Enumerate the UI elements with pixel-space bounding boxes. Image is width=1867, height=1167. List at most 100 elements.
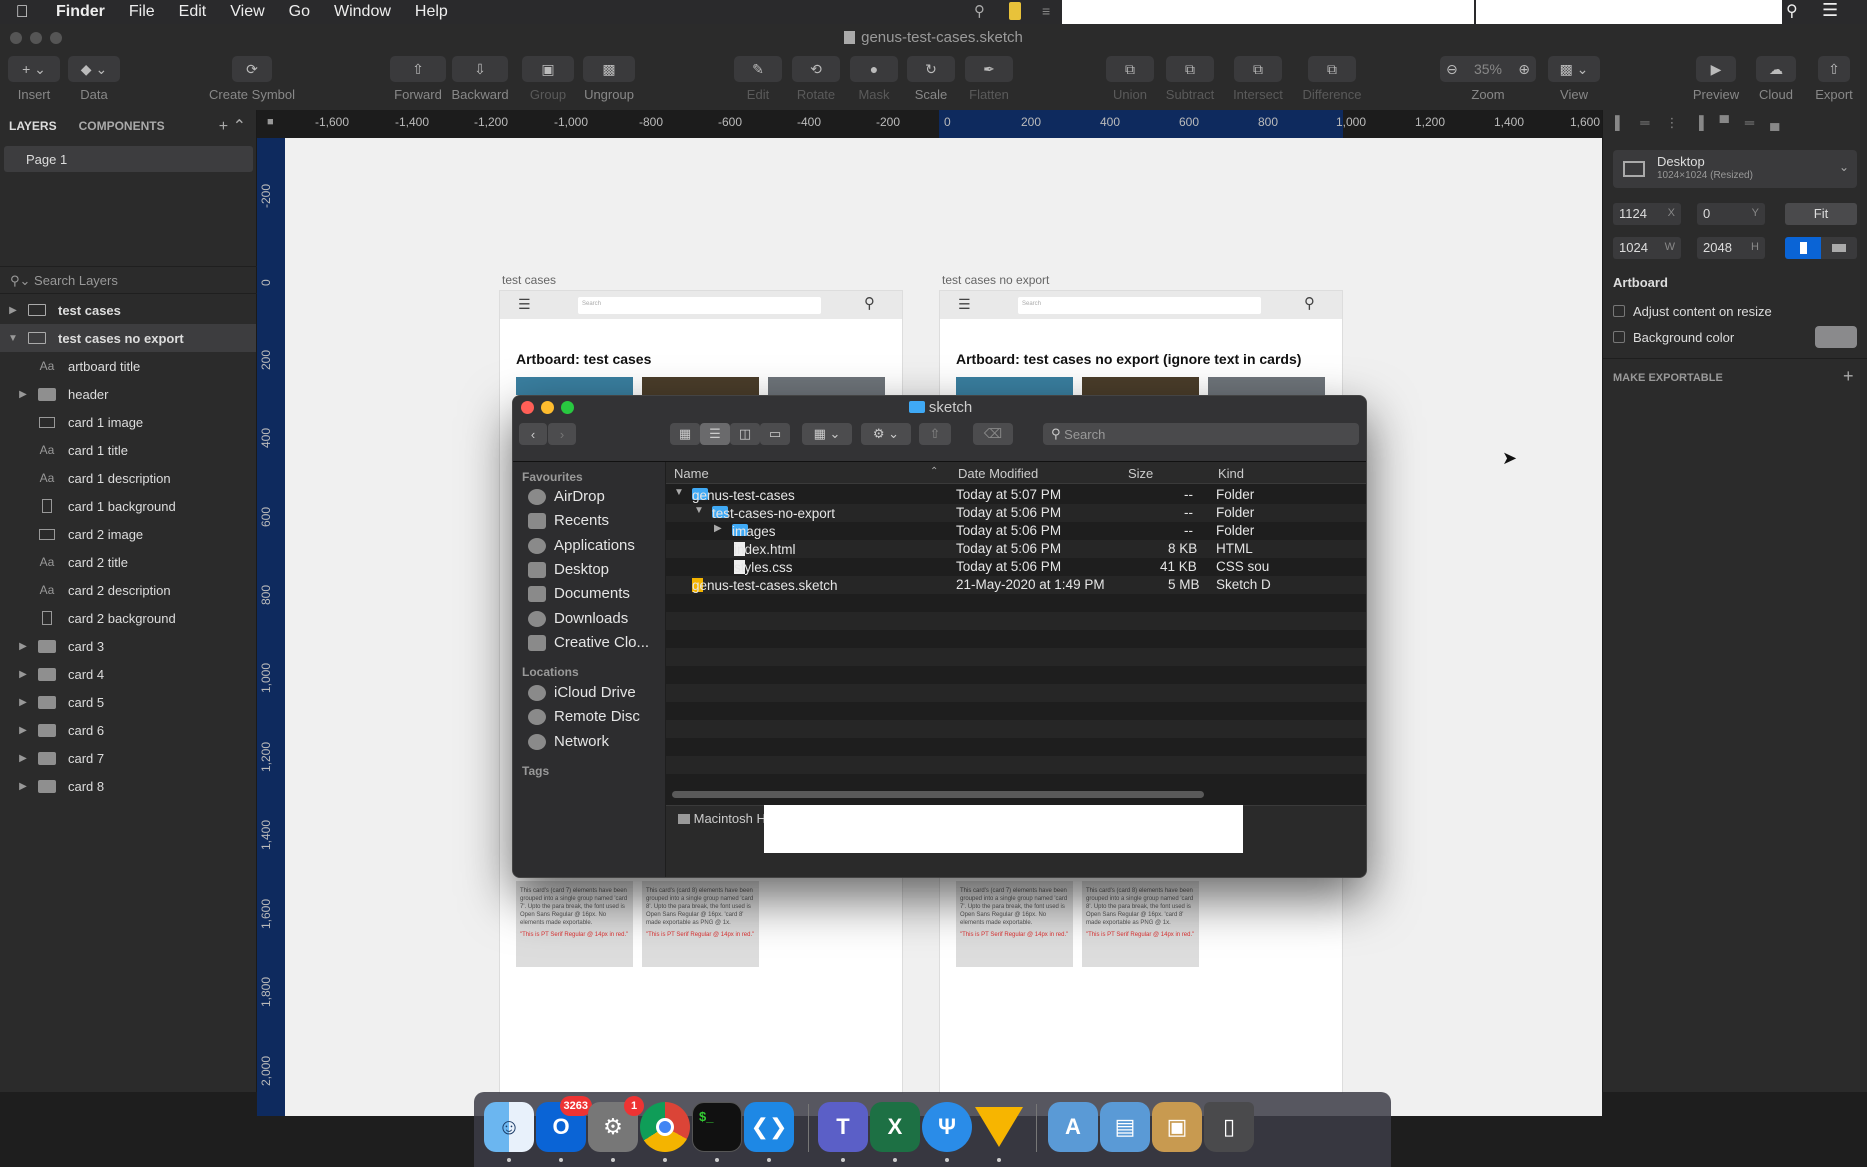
group-icon[interactable]: ▣ (522, 56, 574, 82)
search-layers-field[interactable]: ⚲⌄ Search Layers (0, 266, 257, 294)
layer-text[interactable]: Aa artboard title (0, 352, 256, 380)
artboard-name[interactable]: test cases (502, 273, 556, 287)
layer-rectangle[interactable]: card 1 background (0, 492, 256, 520)
sidebar-item-remote-disc[interactable]: Remote Disc (528, 708, 640, 725)
layer-text[interactable]: Aa card 2 title (0, 548, 256, 576)
sketch-app-icon[interactable] (974, 1102, 1024, 1152)
distribute-icon[interactable]: ⋮ (1665, 115, 1678, 133)
layer-group[interactable]: ▶ card 8 (0, 772, 256, 800)
union-tool[interactable]: ⧉ Union (1106, 56, 1154, 102)
group-tool[interactable]: ▣ Group (522, 56, 574, 102)
x-field[interactable]: 1124 X (1613, 203, 1681, 225)
close-button[interactable] (10, 32, 22, 44)
h-field[interactable]: 2048 H (1697, 237, 1765, 259)
difference-tool[interactable]: ⧉ Difference (1292, 56, 1372, 102)
align-top-icon[interactable]: ▀ (1720, 115, 1729, 133)
backward-tool[interactable]: ⇩ Backward (451, 56, 509, 102)
group-by-button[interactable]: ▦ ⌄ (802, 423, 852, 445)
align-bottom-icon[interactable]: ▄ (1770, 115, 1779, 133)
disclosure-icon[interactable]: ▶ (10, 753, 36, 764)
intersect-icon[interactable]: ⧉ (1234, 56, 1282, 82)
layer-artboard[interactable]: ▶ test cases (0, 296, 256, 324)
file-row[interactable]: ▶ images Today at 5:06 PM -- Folder (666, 522, 1366, 540)
rotate-icon[interactable]: ⟲ (792, 56, 840, 82)
flatten-tool[interactable]: ✒ Flatten (964, 56, 1014, 102)
path-item[interactable]: Macintosh HD (678, 811, 775, 826)
view-icon[interactable]: ▩ ⌄ (1548, 56, 1600, 82)
edit-icon[interactable]: ✎ (734, 56, 782, 82)
preview-tool[interactable]: ▶ Preview (1692, 56, 1740, 102)
rotate-tool[interactable]: ⟲ Rotate (790, 56, 842, 102)
ruler-horizontal[interactable]: ■ -1,600 -1,400 -1,200 -1,000 -800 -600 … (257, 110, 1602, 138)
mask-icon[interactable]: ● (850, 56, 898, 82)
vscode-app-icon[interactable]: ❮❯ (744, 1102, 794, 1152)
applications-folder-icon[interactable]: A (1048, 1102, 1098, 1152)
layer-group[interactable]: ▶ header (0, 380, 256, 408)
scale-tool[interactable]: ↻ Scale (907, 56, 955, 102)
teams-app-icon[interactable]: T (818, 1102, 868, 1152)
excel-app-icon[interactable]: X (870, 1102, 920, 1152)
tab-components[interactable]: COMPONENTS (79, 119, 165, 133)
documents-folder-icon[interactable]: ▤ (1100, 1102, 1150, 1152)
horizontal-scrollbar[interactable] (672, 791, 1204, 798)
disclosure-icon[interactable]: ▶ (714, 523, 722, 534)
mask-tool[interactable]: ● Mask (850, 56, 898, 102)
disclosure-open-icon[interactable]: ▼ (0, 333, 26, 344)
sidebar-item-icloud-drive[interactable]: iCloud Drive (528, 684, 636, 701)
checkbox-icon[interactable] (1613, 305, 1625, 317)
disclosure-icon[interactable]: ▶ (10, 389, 36, 400)
background-color-swatch[interactable] (1815, 326, 1857, 348)
page-item[interactable]: Page 1 (4, 146, 253, 172)
forward-icon[interactable]: ⇧ (390, 56, 446, 82)
file-row[interactable]: genus-test-cases.sketch 21-May-2020 at 1… (666, 576, 1366, 594)
file-row[interactable]: ▼ genus-test-cases Today at 5:07 PM -- F… (666, 486, 1366, 504)
disclosure-open-icon[interactable]: ▼ (694, 505, 704, 516)
zoom-out-icon[interactable]: ⊖ (1446, 61, 1458, 78)
zoom-button[interactable] (50, 32, 62, 44)
action-gear-button[interactable]: ⚙ ⌄ (861, 423, 911, 445)
share-icon[interactable]: ⇧ (1818, 56, 1850, 82)
disclosure-icon[interactable]: ▶ (10, 781, 36, 792)
disclosure-open-icon[interactable]: ▼ (674, 487, 684, 498)
layer-text[interactable]: Aa card 1 title (0, 436, 256, 464)
export-tool[interactable]: ⇧ Export (1812, 56, 1856, 102)
align-right-icon[interactable]: ▐ (1694, 115, 1703, 133)
terminal-app-icon[interactable]: $_ (692, 1102, 742, 1152)
fork-app-icon[interactable]: Ψ (922, 1102, 972, 1152)
file-row[interactable]: styles.css Today at 5:06 PM 41 KB CSS so… (666, 558, 1366, 576)
insert-tool[interactable]: + ⌄ Insert (8, 56, 60, 102)
menu-file[interactable]: File (117, 3, 167, 21)
finder-search-field[interactable]: ⚲ Search (1043, 423, 1359, 445)
package-icon[interactable]: ▣ (1152, 1102, 1202, 1152)
layer-artboard[interactable]: ▼ test cases no export (0, 324, 256, 352)
layer-group[interactable]: ▶ card 7 (0, 744, 256, 772)
finder-app-icon[interactable]: ☺ (484, 1102, 534, 1152)
zoom-in-icon[interactable]: ⊕ (1518, 61, 1530, 78)
symbol-icon[interactable]: ⟳ (232, 56, 272, 82)
layer-rectangle[interactable]: card 2 image (0, 520, 256, 548)
sidebar-item-documents[interactable]: Documents (528, 585, 630, 602)
norton-icon[interactable] (1009, 2, 1021, 20)
list-view-button[interactable]: ☰ (700, 423, 730, 445)
scale-icon[interactable]: ↻ (907, 56, 955, 82)
layer-group[interactable]: ▶ card 3 (0, 632, 256, 660)
disclosure-icon[interactable]: ▶ (10, 725, 36, 736)
layer-rectangle[interactable]: card 2 background (0, 604, 256, 632)
sidebar-item-applications[interactable]: Applications (528, 537, 635, 554)
forward-button[interactable]: › (548, 423, 576, 445)
zoom-control[interactable]: ⊖ 35% ⊕ Zoom (1440, 56, 1536, 102)
data-icon[interactable]: ◆ ⌄ (68, 56, 120, 82)
union-icon[interactable]: ⧉ (1106, 56, 1154, 82)
landscape-toggle[interactable] (1821, 237, 1857, 259)
difference-icon[interactable]: ⧉ (1308, 56, 1356, 82)
chrome-app-icon[interactable] (640, 1102, 690, 1152)
menu-help[interactable]: Help (403, 3, 460, 21)
y-field[interactable]: 0Y (1697, 203, 1765, 225)
layer-rectangle[interactable]: card 1 image (0, 408, 256, 436)
menu-app-finder[interactable]: Finder (44, 3, 117, 21)
sidebar-item-creative-cloud[interactable]: Creative Clo... (528, 634, 649, 651)
sidebar-item-desktop[interactable]: Desktop (528, 561, 609, 578)
fit-button[interactable]: Fit (1785, 203, 1857, 225)
spotlight-icon[interactable]: ⚲ (1786, 1, 1798, 21)
align-center-icon[interactable]: ═ (1640, 115, 1649, 133)
